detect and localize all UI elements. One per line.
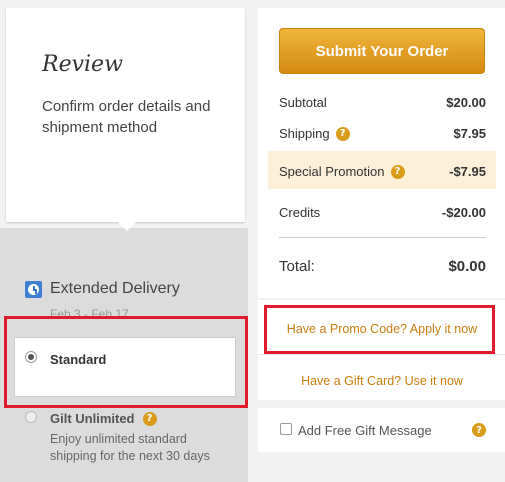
help-icon[interactable]: ?: [390, 164, 405, 179]
help-icon[interactable]: ?: [335, 126, 350, 141]
gift-message-row: Add Free Gift Message ?: [258, 408, 505, 452]
review-description: Confirm order details and shipment metho…: [42, 98, 211, 136]
total-row: Total: $0.00: [279, 258, 486, 275]
delivery-header: Extended Delivery: [25, 280, 180, 298]
help-icon[interactable]: ?: [472, 423, 486, 437]
promotion-value: -$7.95: [449, 164, 486, 179]
subtotal-value: $20.00: [446, 95, 486, 110]
gilt-unlimited-label: Gilt Unlimited: [50, 411, 135, 426]
promo-code-link[interactable]: Have a Promo Code? Apply it now: [268, 322, 496, 336]
total-value: $0.00: [448, 258, 486, 275]
delivery-dates: Feb 3 - Feb 17: [50, 307, 129, 321]
promo-card: Have a Promo Code? Apply it now Have a G…: [258, 300, 505, 400]
order-summary: Submit Your Order Subtotal $20.00 Shippi…: [258, 8, 505, 298]
gilt-unlimited-description: Enjoy unlimited standard shipping for th…: [50, 432, 210, 463]
shipping-label: Shipping: [279, 126, 330, 141]
promotion-label: Special Promotion: [279, 164, 385, 179]
gilt-unlimited-radio[interactable]: [25, 411, 37, 423]
standard-label: Standard: [50, 352, 107, 367]
gift-message-label[interactable]: Add Free Gift Message: [298, 423, 432, 438]
subtotal-label: Subtotal: [279, 95, 327, 110]
clock-icon: [25, 280, 42, 298]
review-pointer: [118, 222, 136, 231]
credits-value: -$20.00: [441, 205, 486, 220]
review-card: Review Confirm order details and shipmen…: [6, 8, 245, 231]
promotion-row: Special Promotion ? -$7.95: [279, 164, 486, 179]
shipping-value: $7.95: [453, 126, 486, 141]
submit-order-button[interactable]: Submit Your Order: [279, 28, 485, 74]
review-title: Review: [42, 52, 123, 77]
total-label: Total:: [279, 258, 315, 275]
gift-card-link[interactable]: Have a Gift Card? Use it now: [268, 374, 496, 388]
gift-message-checkbox[interactable]: [280, 423, 292, 435]
help-icon[interactable]: ?: [142, 411, 157, 426]
credits-row: Credits -$20.00: [279, 205, 486, 220]
gilt-unlimited-option[interactable]: Gilt Unlimited ?: [50, 411, 157, 426]
shipping-row: Shipping ? $7.95: [279, 126, 486, 141]
subtotal-row: Subtotal $20.00: [279, 95, 486, 110]
shipping-option-standard[interactable]: Standard: [14, 337, 236, 397]
divider: [258, 354, 505, 355]
delivery-title: Extended Delivery: [50, 280, 180, 297]
divider: [279, 237, 486, 238]
credits-label: Credits: [279, 205, 321, 220]
standard-radio[interactable]: [25, 351, 37, 363]
